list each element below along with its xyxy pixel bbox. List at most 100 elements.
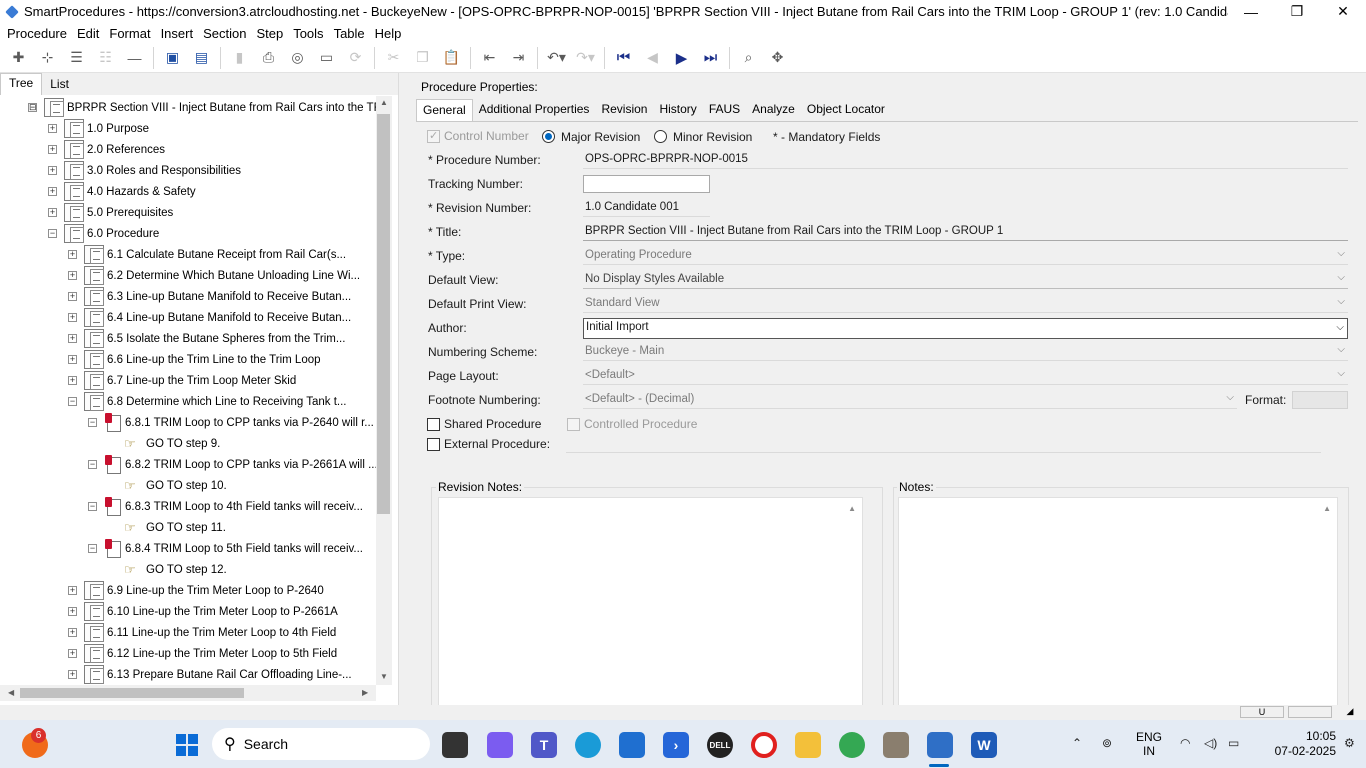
tree-expander-icon[interactable]: − (88, 460, 97, 469)
chrome-icon[interactable] (839, 732, 865, 758)
pane-splitter[interactable] (398, 73, 406, 705)
battery-icon[interactable]: ▭ (1228, 736, 1239, 750)
tree-expander-icon[interactable]: + (48, 208, 57, 217)
tree-expander-icon[interactable]: + (68, 586, 77, 595)
word-icon[interactable]: W (971, 732, 997, 758)
preview-icon[interactable]: ▭ (315, 46, 338, 70)
scroll-left-icon[interactable]: ◀ (8, 688, 14, 697)
menu-section[interactable]: Section (198, 26, 251, 41)
revision-notes-textarea[interactable]: ▲ (438, 497, 863, 707)
save-all-icon[interactable]: ▣ (161, 46, 184, 70)
tree-expander-icon[interactable]: + (68, 355, 77, 364)
tree-node[interactable]: 6.8.1 TRIM Loop to CPP tanks via P-2640 … (104, 412, 374, 433)
external-procedure-field[interactable] (566, 435, 1321, 453)
default-print-view-select[interactable]: Standard View ⌵ (583, 295, 1348, 313)
redo-icon[interactable]: ↷▾ (574, 46, 597, 70)
tree-expander-icon[interactable]: + (68, 628, 77, 637)
tree-node[interactable]: 6.3 Line-up Butane Manifold to Receive B… (84, 286, 351, 307)
menu-tools[interactable]: Tools (288, 26, 328, 41)
tab-general[interactable]: General (416, 99, 473, 121)
notes-textarea[interactable]: ▲ (898, 497, 1338, 707)
tab-tree[interactable]: Tree (0, 73, 43, 95)
tree-expander-icon[interactable]: + (68, 250, 77, 259)
network-status-icon[interactable]: ⊚ (1102, 736, 1112, 750)
list-icon[interactable]: ☰ (65, 46, 88, 70)
tree-node[interactable]: 6.5 Isolate the Butane Spheres from the … (84, 328, 345, 349)
tree-node[interactable]: 6.7 Line-up the Trim Loop Meter Skid (84, 370, 296, 391)
task-view-icon[interactable] (442, 732, 468, 758)
taskbar-search[interactable]: ⚲ Search (212, 728, 430, 760)
lock-icon[interactable]: ▮ (228, 46, 251, 70)
tab-history[interactable]: History (653, 99, 702, 119)
add-item-icon[interactable]: ✚ (7, 46, 30, 70)
tree-node[interactable]: 6.8.2 TRIM Loop to CPP tanks via P-2661A… (104, 454, 376, 475)
teams-icon[interactable]: T (531, 732, 557, 758)
tree-expander-icon[interactable]: − (88, 502, 97, 511)
tree-expander-icon[interactable]: + (48, 187, 57, 196)
next-icon[interactable]: ▶ (670, 46, 693, 70)
menu-edit[interactable]: Edit (72, 26, 104, 41)
menu-insert[interactable]: Insert (156, 26, 199, 41)
tree-node[interactable]: ☞ GO TO step 12. (124, 559, 227, 580)
dell-icon[interactable]: DELL (707, 732, 733, 758)
scroll-up-icon[interactable]: ▲ (380, 98, 388, 107)
tree-expander-icon[interactable]: + (68, 376, 77, 385)
cut-icon[interactable]: ✂ (382, 46, 405, 70)
tree-node[interactable]: 6.4 Line-up Butane Manifold to Receive B… (84, 307, 351, 328)
file-explorer-icon[interactable] (795, 732, 821, 758)
tree-node[interactable]: ☞ GO TO step 10. (124, 475, 227, 496)
app-icon[interactable]: › (663, 732, 689, 758)
tab-analyze[interactable]: Analyze (746, 99, 801, 119)
tree-expander-icon[interactable]: + (68, 670, 77, 679)
notifications-icon[interactable]: ⚙ (1344, 736, 1355, 750)
first-icon[interactable]: ⏮ (612, 46, 635, 70)
tree-node[interactable]: 6.12 Line-up the Trim Meter Loop to 5th … (84, 643, 337, 664)
remove-icon[interactable]: — (123, 46, 146, 70)
numbering-scheme-select[interactable]: Buckeye - Main ⌵ (583, 343, 1348, 361)
language-indicator[interactable]: ENG IN (1136, 730, 1162, 758)
paste-icon[interactable]: 📋 (440, 46, 463, 70)
tree-horizontal-scrollbar[interactable]: ◀ ▶ (0, 685, 376, 701)
tree-node[interactable]: 3.0 Roles and Responsibilities (64, 160, 241, 181)
minor-revision-radio[interactable] (654, 130, 667, 143)
scroll-up-icon[interactable]: ▲ (848, 504, 856, 513)
edge-icon[interactable] (575, 732, 601, 758)
menu-table[interactable]: Table (329, 26, 370, 41)
remote-app-icon[interactable] (883, 732, 909, 758)
tree-expander-icon[interactable]: + (68, 334, 77, 343)
scroll-right-icon[interactable]: ▶ (362, 688, 368, 697)
smartprocedures-taskbar-icon[interactable] (927, 732, 953, 758)
tree-node[interactable]: ☞ GO TO step 11. (124, 517, 226, 538)
tree-expander-icon[interactable]: + (68, 607, 77, 616)
tree-expander-icon[interactable]: + (48, 166, 57, 175)
resize-grip-icon[interactable]: ◢ (1336, 706, 1364, 718)
tree-node[interactable]: 6.13 Prepare Butane Rail Car Offloading … (84, 664, 352, 685)
taskbar-clock[interactable]: 10:05 07-02-2025 (1275, 729, 1336, 759)
redo-format-icon[interactable]: ⟳ (344, 46, 367, 70)
save-icon[interactable]: ▤ (190, 46, 213, 70)
external-procedure-checkbox[interactable] (427, 438, 440, 451)
tree-node[interactable]: 6.6 Line-up the Trim Line to the Trim Lo… (84, 349, 321, 370)
tab-object-locator[interactable]: Object Locator (801, 99, 891, 119)
tree-node[interactable]: ☞ GO TO step 9. (124, 433, 220, 454)
page-layout-select[interactable]: <Default> ⌵ (583, 367, 1348, 385)
tree-node[interactable]: 6.10 Line-up the Trim Meter Loop to P-26… (84, 601, 338, 622)
tree-expander-icon[interactable]: − (88, 544, 97, 553)
windows-start-icon[interactable] (174, 732, 200, 758)
store-icon[interactable] (619, 732, 645, 758)
undo-icon[interactable]: ↶▾ (545, 46, 568, 70)
tree-vertical-scrollbar[interactable]: ▲ ▼ (376, 96, 392, 685)
tree-expander-icon[interactable]: + (68, 292, 77, 301)
tree-node[interactable]: 4.0 Hazards & Safety (64, 181, 196, 202)
tree-node[interactable]: 6.2 Determine Which Butane Unloading Lin… (84, 265, 360, 286)
tree-expander-icon[interactable]: − (68, 397, 77, 406)
procedure-number-field[interactable]: OPS-OPRC-BPRPR-NOP-0015 (583, 151, 1348, 169)
volume-icon[interactable]: ◁) (1204, 736, 1217, 750)
shared-procedure-checkbox[interactable] (427, 418, 440, 431)
tree-node[interactable]: 6.9 Line-up the Trim Meter Loop to P-264… (84, 580, 324, 601)
outdent-icon[interactable]: ⇤ (478, 46, 501, 70)
menu-format[interactable]: Format (104, 26, 155, 41)
tree-expander-icon[interactable]: + (68, 271, 77, 280)
tree-expander-icon[interactable]: − (88, 418, 97, 427)
copy-icon[interactable]: ❐ (411, 46, 434, 70)
